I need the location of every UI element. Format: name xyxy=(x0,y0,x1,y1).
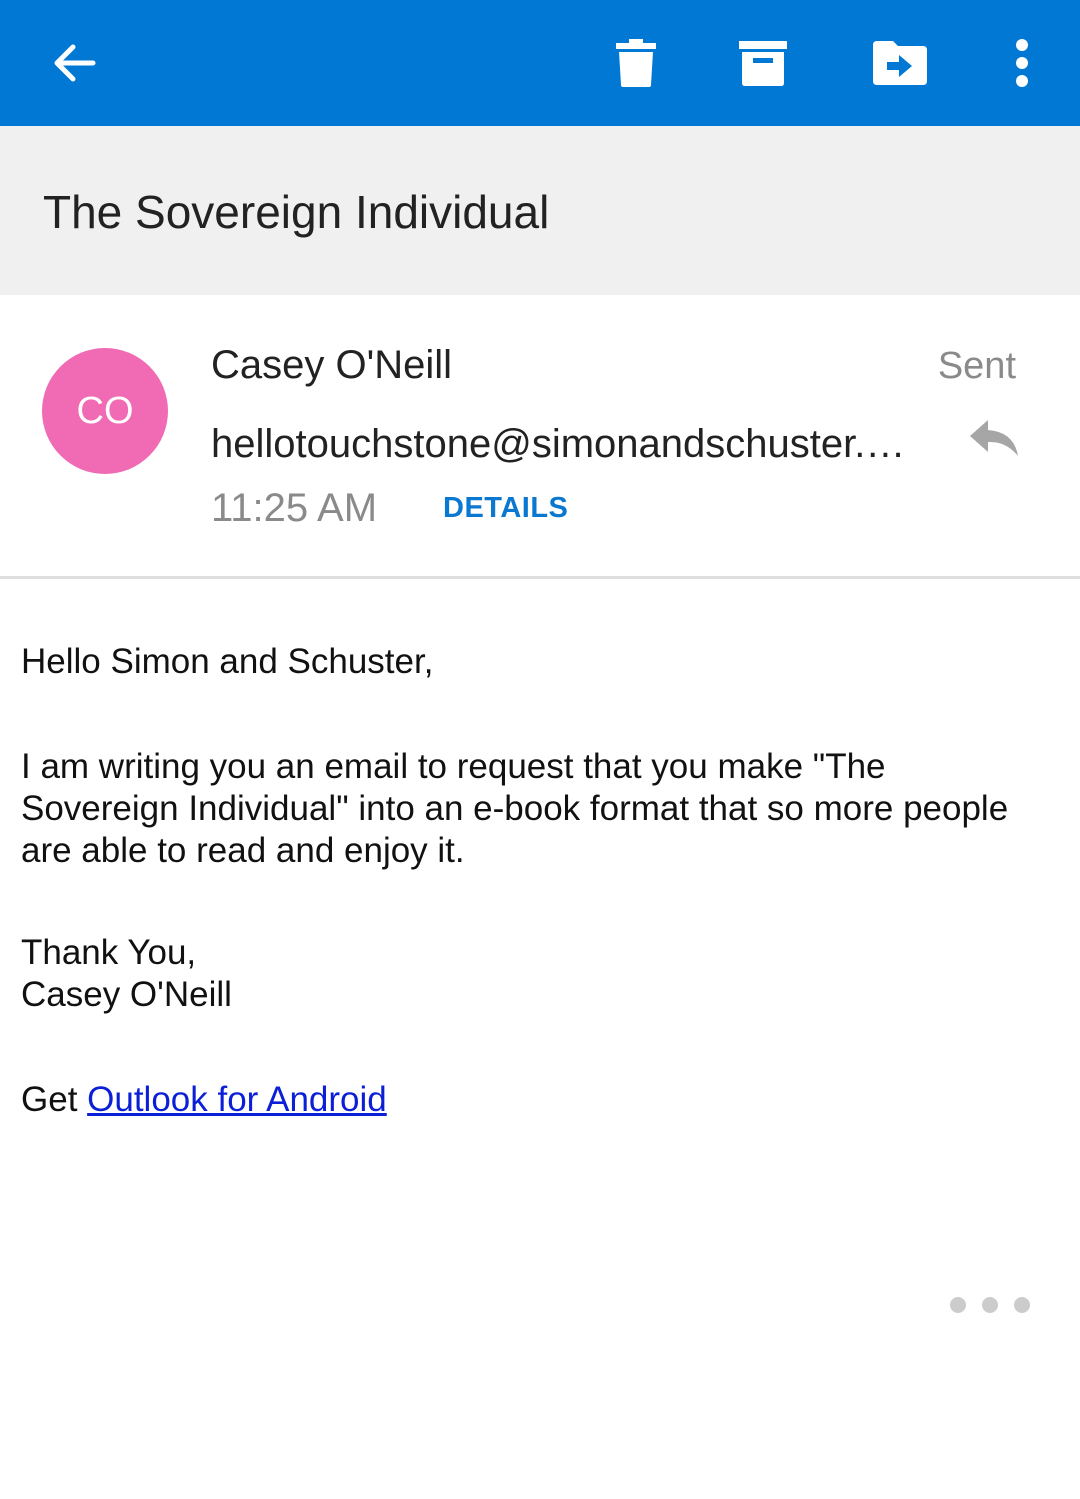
delete-button[interactable] xyxy=(581,0,691,126)
header-divider xyxy=(0,576,1080,579)
trash-icon xyxy=(616,39,656,87)
email-signoff: Thank You, Casey O'Neill xyxy=(21,932,1066,1016)
footer-line: Get Outlook for Android xyxy=(21,1079,1066,1121)
show-more-button[interactable] xyxy=(950,1288,1030,1322)
email-paragraph: I am writing you an email to request tha… xyxy=(21,746,1066,872)
reply-button[interactable] xyxy=(962,412,1026,468)
email-footer: Get Outlook for Android xyxy=(21,1079,1066,1121)
email-greeting: Hello Simon and Schuster, xyxy=(21,641,1066,683)
archive-button[interactable] xyxy=(708,0,818,126)
back-button[interactable] xyxy=(20,0,130,126)
outlook-for-android-link[interactable]: Outlook for Android xyxy=(87,1080,387,1119)
recipient-address: hellotouchstone@simonandschuster.com xyxy=(211,422,923,466)
more-vertical-icon xyxy=(1014,39,1030,87)
folder-label: Sent xyxy=(937,345,1016,387)
details-button[interactable]: DETAILS xyxy=(443,492,568,525)
ellipsis-dot-icon xyxy=(1014,1297,1030,1313)
paragraph-line: are able to read and enjoy it. xyxy=(21,831,465,870)
avatar-initials: CO xyxy=(76,389,134,432)
email-subject: The Sovereign Individual xyxy=(43,186,550,238)
archive-icon xyxy=(739,39,787,87)
arrow-left-icon xyxy=(51,39,99,87)
overflow-menu-button[interactable] xyxy=(967,0,1077,126)
ellipsis-dot-icon xyxy=(950,1297,966,1313)
paragraph-line: I am writing you an email to request tha… xyxy=(21,747,886,786)
greeting-line: Hello Simon and Schuster, xyxy=(21,642,434,681)
signature-line: Casey O'Neill xyxy=(21,975,232,1014)
paragraph-line: Sovereign Individual" into an e-book for… xyxy=(21,789,1009,828)
move-to-folder-icon xyxy=(873,41,927,85)
sender-avatar[interactable]: CO xyxy=(42,348,168,474)
closing-line: Thank You, xyxy=(21,933,197,972)
reply-icon xyxy=(968,418,1020,463)
move-button[interactable] xyxy=(845,0,955,126)
sent-time: 11:25 AM xyxy=(211,486,378,530)
top-toolbar xyxy=(0,0,1080,126)
sender-name: Casey O'Neill xyxy=(211,343,453,387)
ellipsis-dot-icon xyxy=(982,1297,998,1313)
footer-prefix: Get xyxy=(21,1080,88,1119)
